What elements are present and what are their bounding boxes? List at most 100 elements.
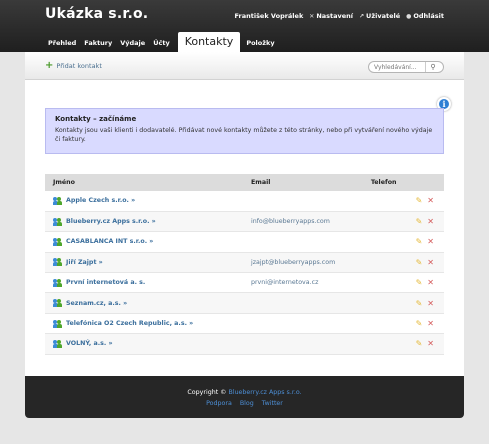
contact-icon [53,299,62,308]
table-row: VOLNÝ, a.s. » ✎ ✕ [45,333,444,355]
delete-icon[interactable]: ✕ [427,278,434,287]
search-input[interactable] [369,63,425,71]
contact-phone [363,232,403,252]
contact-phone [363,211,403,231]
add-contact-label: Přidat kontakt [56,62,102,70]
contact-icon [53,217,62,226]
edit-icon[interactable]: ✎ [416,319,423,328]
search-box: ⚲ [368,61,444,73]
table-row: Seznam.cz, a.s. » ✎ ✕ [45,292,444,314]
column-header-email: Email [250,179,271,186]
logout-link[interactable]: ● Odhlásit [406,12,444,20]
footer: Copyright © Blueberry.cz Apps s.r.o. Pod… [25,376,464,418]
tab-kontakty[interactable]: Kontakty [177,32,241,52]
footer-link-blog[interactable]: Blog [240,400,254,407]
notice-title: Kontakty – začínáme [55,115,137,123]
copyright-prefix: Copyright © [187,389,227,396]
contact-email[interactable] [243,293,363,313]
contact-phone [363,313,403,333]
tab-prehled[interactable]: Přehled [45,39,81,52]
search-button[interactable]: ⚲ [425,62,440,72]
wrench-icon: ✕ [309,12,315,20]
delete-icon[interactable]: ✕ [427,217,434,226]
contact-phone [363,252,403,272]
delete-icon[interactable]: ✕ [427,258,434,267]
table-row: Jiří Zajpt » jzajpt@blueberryapps.com ✎ ✕ [45,252,444,273]
copyright: Copyright © Blueberry.cz Apps s.r.o. [25,389,464,396]
settings-label: Nastavení [316,12,354,20]
contact-email[interactable]: jzajpt@blueberryapps.com [243,252,363,272]
contact-icon [53,237,62,246]
contact-icon [53,258,62,267]
delete-icon[interactable]: ✕ [427,339,434,348]
pencil-icon: ↗ [359,12,365,20]
search-icon: ⚲ [430,63,436,71]
contact-email[interactable] [243,334,363,354]
getting-started-notice: Kontakty – začínáme Kontakty jsou vaši k… [45,108,444,154]
tab-faktury[interactable]: Faktury [81,39,117,52]
contact-icon [53,339,62,348]
lock-icon: ● [406,12,412,20]
contact-phone [363,273,403,293]
delete-icon[interactable]: ✕ [427,299,434,308]
tab-polozky[interactable]: Položky [243,39,279,52]
logout-label: Odhlásit [413,12,444,20]
contact-name-link[interactable]: Seznam.cz, a.s. » [66,300,127,307]
tab-vydaje[interactable]: Výdaje [117,39,150,52]
contact-phone [363,293,403,313]
edit-icon[interactable]: ✎ [416,196,423,205]
table-header: Jméno Email Telefon [45,174,444,191]
table-row: Telefónica O2 Czech Republic, a.s. » ✎ ✕ [45,313,444,334]
app-title: Ukázka s.r.o. [45,6,149,22]
contact-icon [53,278,62,287]
table-row: CASABLANCA INT s.r.o. » ✎ ✕ [45,232,444,253]
edit-icon[interactable]: ✎ [416,237,423,246]
contact-icon [53,319,62,328]
contact-email[interactable] [243,191,363,211]
contact-icon [53,196,62,205]
table-row: První internetová a. s. prvni@internetov… [45,273,444,293]
delete-icon[interactable]: ✕ [427,319,434,328]
panel-bottom [25,358,464,376]
edit-icon[interactable]: ✎ [416,299,423,308]
edit-icon[interactable]: ✎ [416,217,423,226]
edit-icon[interactable]: ✎ [416,339,423,348]
contact-email[interactable] [243,232,363,252]
contact-email[interactable]: prvni@internetova.cz [243,273,363,293]
add-contact-button[interactable]: + Přidat kontakt [45,60,102,71]
contact-name-link[interactable]: Blueberry.cz Apps s.r.o. » [66,218,156,225]
users-label: Uživatelé [366,12,401,20]
contact-name-link[interactable]: Jiří Zajpt » [66,259,103,266]
column-header-phone: Telefon [370,179,397,186]
footer-links: Podpora Blog Twitter [25,400,464,407]
users-link[interactable]: ↗ Uživatelé [359,12,400,20]
edit-icon[interactable]: ✎ [416,278,423,287]
contact-name-link[interactable]: Telefónica O2 Czech Republic, a.s. » [66,320,193,327]
tab-ucty[interactable]: Účty [150,39,174,52]
toolbar: + Přidat kontakt ⚲ [25,52,464,80]
footer-link-podpora[interactable]: Podpora [206,400,232,407]
user-name-link[interactable]: František Voprálek [234,12,303,20]
copyright-link[interactable]: Blueberry.cz Apps s.r.o. [229,389,302,396]
user-name: František Voprálek [234,12,304,20]
contact-name-link[interactable]: Apple Czech s.r.o. » [66,197,135,204]
contact-phone [363,191,403,211]
table-row: Blueberry.cz Apps s.r.o. » info@blueberr… [45,211,444,232]
contact-email[interactable]: info@blueberryapps.com [243,211,363,231]
delete-icon[interactable]: ✕ [427,196,434,205]
contact-phone [363,334,403,354]
column-header-name: Jméno [53,179,75,186]
table-row: Apple Czech s.r.o. » ✎ ✕ [45,191,444,212]
edit-icon[interactable]: ✎ [416,258,423,267]
footer-link-twitter[interactable]: Twitter [262,400,283,407]
plus-icon: + [45,60,54,71]
contacts-table: Jméno Email Telefon Apple Czech s.r.o. »… [45,174,444,355]
contact-email[interactable] [243,313,363,333]
contact-name-link[interactable]: První internetová a. s. [66,279,145,286]
contact-name-link[interactable]: CASABLANCA INT s.r.o. » [66,238,153,245]
contact-name-link[interactable]: VOLNÝ, a.s. » [66,340,113,347]
settings-link[interactable]: ✕ Nastavení [309,12,353,20]
delete-icon[interactable]: ✕ [427,237,434,246]
top-bar: Ukázka s.r.o. František Voprálek ✕ Nasta… [0,0,489,52]
user-menu: František Voprálek ✕ Nastavení ↗ Uživate… [234,12,444,20]
